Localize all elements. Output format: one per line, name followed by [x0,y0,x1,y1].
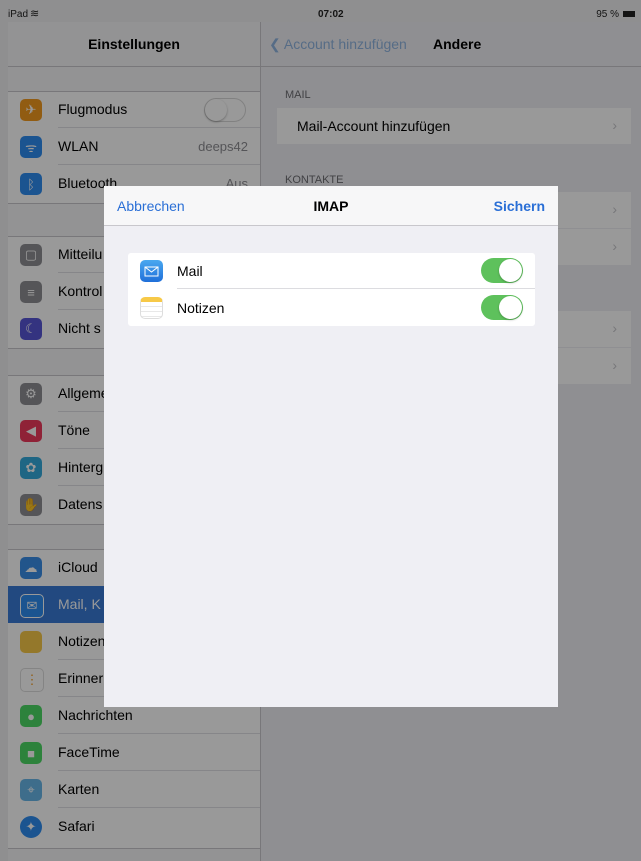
mail-sync-toggle[interactable] [481,258,523,283]
notes-icon [140,297,163,319]
modal-title: IMAP [313,198,349,214]
mail-icon [140,260,163,282]
sync-label-notizen: Notizen [177,300,225,316]
save-button[interactable]: Sichern [494,198,545,214]
sync-options-group: Mail Notizen [128,253,535,326]
imap-modal: Abbrechen IMAP Sichern Mail Notizen [104,186,558,707]
modal-navbar: Abbrechen IMAP Sichern [104,186,558,226]
sync-label-mail: Mail [177,263,203,279]
row-separator [177,288,535,289]
sync-row-mail: Mail [128,253,535,289]
notes-sync-toggle[interactable] [481,295,523,320]
sync-row-notizen: Notizen [128,290,535,326]
